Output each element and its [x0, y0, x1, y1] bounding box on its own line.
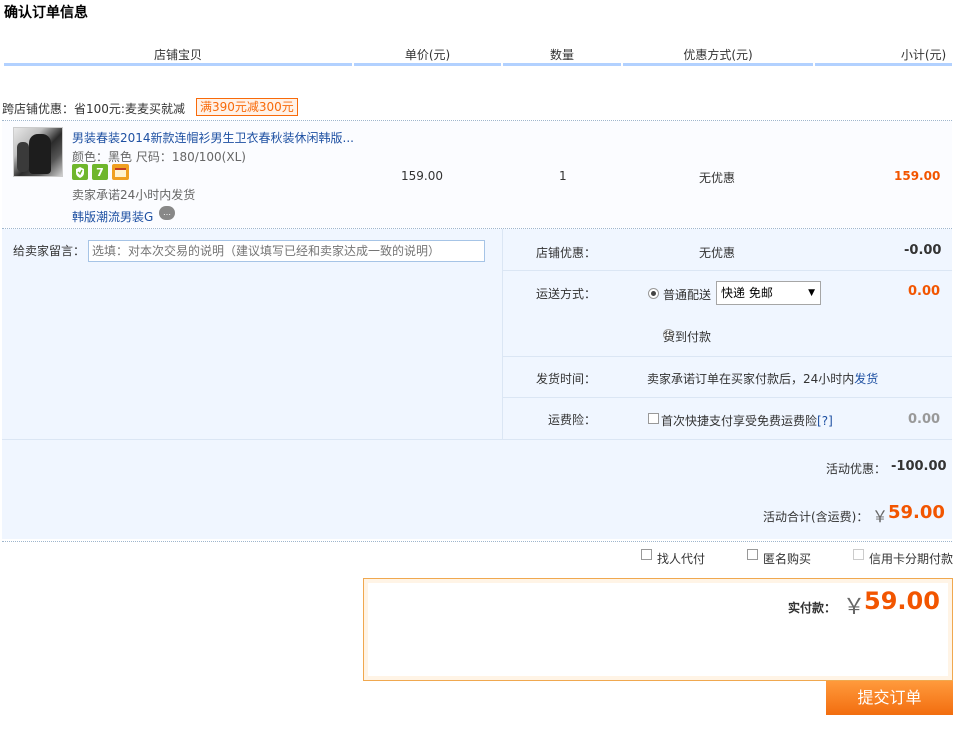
guarantee-icon[interactable]	[72, 164, 88, 180]
payment-label: 实付款：	[788, 601, 837, 615]
divider	[503, 270, 952, 271]
insurance-desc: 首次快捷支付享受免费运费险	[661, 414, 818, 428]
column-header-subtotal: 小计(元)	[900, 48, 947, 62]
shop-name-link[interactable]: 韩版潮流男装G	[72, 208, 153, 225]
cod-label[interactable]: 货到付款	[663, 328, 711, 345]
page-title: 确认订单信息	[4, 5, 88, 21]
proxy-pay-label[interactable]: 找人代付	[657, 550, 705, 567]
store-discount-label: 店铺优惠：	[536, 246, 597, 260]
service-icons: 7	[72, 164, 129, 180]
column-header-quantity: 数量	[549, 48, 574, 62]
column-underline	[815, 63, 952, 66]
ship-time-label: 发货时间：	[536, 372, 597, 386]
shipping-normal-label[interactable]: 普通配送	[663, 286, 711, 303]
divider	[503, 356, 952, 357]
activity-discount-amount: -100.00	[891, 459, 947, 474]
divider	[502, 229, 503, 439]
anonymous-label[interactable]: 匿名购买	[763, 550, 811, 567]
payment-yen: ￥	[843, 595, 866, 620]
payment-total: 59.00	[864, 587, 940, 615]
activity-total-amount: 59.00	[888, 502, 945, 523]
store-discount-amount: -0.00	[904, 243, 942, 258]
ship-promise: 卖家承诺24小时内发货	[72, 188, 196, 202]
proxy-pay-checkbox[interactable]	[641, 549, 652, 560]
shipping-label: 运送方式：	[536, 287, 597, 301]
anonymous-checkbox[interactable]	[747, 549, 758, 560]
column-header-item: 店铺宝贝	[153, 48, 202, 62]
insurance-help-link[interactable]: [?]	[817, 414, 833, 428]
seller-message-input[interactable]	[88, 240, 485, 262]
insurance-text: 首次快捷支付享受免费运费险[?]	[661, 412, 833, 429]
column-underline	[354, 63, 501, 66]
installment-label[interactable]: 信用卡分期付款	[869, 550, 953, 567]
store-discount-value: 无优惠	[699, 246, 736, 260]
insurance-amount: 0.00	[908, 412, 941, 427]
item-discount: 无优惠	[699, 171, 736, 185]
cross-store-promo: 跨店铺优惠：省100元:麦麦买就减	[2, 102, 185, 116]
shipping-method-select[interactable]: 快递 免邮 ▼	[716, 281, 821, 305]
column-underline	[503, 63, 621, 66]
product-thumbnail[interactable]	[13, 127, 63, 177]
shipping-amount: 0.00	[908, 284, 941, 299]
divider	[503, 397, 952, 398]
seven-day-return-icon[interactable]: 7	[92, 164, 108, 180]
insurance-label: 运费险：	[548, 413, 597, 427]
column-underline	[4, 63, 352, 66]
column-underline	[623, 63, 813, 66]
activity-total-label: 活动合计(含运费)：	[763, 510, 869, 524]
unit-price: 159.00	[401, 169, 443, 183]
dropdown-arrow-icon: ▼	[808, 288, 815, 298]
ship-time-link[interactable]: 发货	[854, 372, 878, 386]
insurance-checkbox[interactable]	[648, 413, 659, 424]
submit-order-button[interactable]: 提交订单	[826, 681, 953, 715]
column-header-discount: 优惠方式(元)	[683, 48, 753, 62]
item-subtotal: 159.00	[894, 169, 941, 183]
divider	[2, 541, 952, 542]
credit-card-icon[interactable]	[112, 164, 129, 180]
ship-time-desc: 卖家承诺订单在买家付款后，24小时内	[647, 372, 855, 386]
product-sku: 颜色：黑色 尺码：180/100(XL)	[72, 150, 246, 164]
column-header-unit-price: 单价(元)	[404, 48, 451, 62]
chat-icon[interactable]: …	[159, 206, 175, 220]
activity-discount-label: 活动优惠：	[826, 462, 887, 476]
activity-total-yen: ￥	[872, 507, 889, 526]
product-title-link[interactable]: 男装春装2014新款连帽衫男生卫衣春秋装休闲韩版...	[72, 129, 354, 146]
divider	[2, 439, 952, 440]
shipping-normal-radio[interactable]	[648, 288, 659, 299]
shipping-method-selected: 快递 免邮	[721, 286, 773, 300]
quantity: 1	[559, 169, 567, 183]
installment-checkbox[interactable]	[853, 549, 864, 560]
promo-badge: 满390元减300元	[196, 98, 298, 116]
ship-time-text: 卖家承诺订单在买家付款后，24小时内发货	[647, 370, 878, 387]
message-label: 给卖家留言：	[13, 244, 86, 258]
